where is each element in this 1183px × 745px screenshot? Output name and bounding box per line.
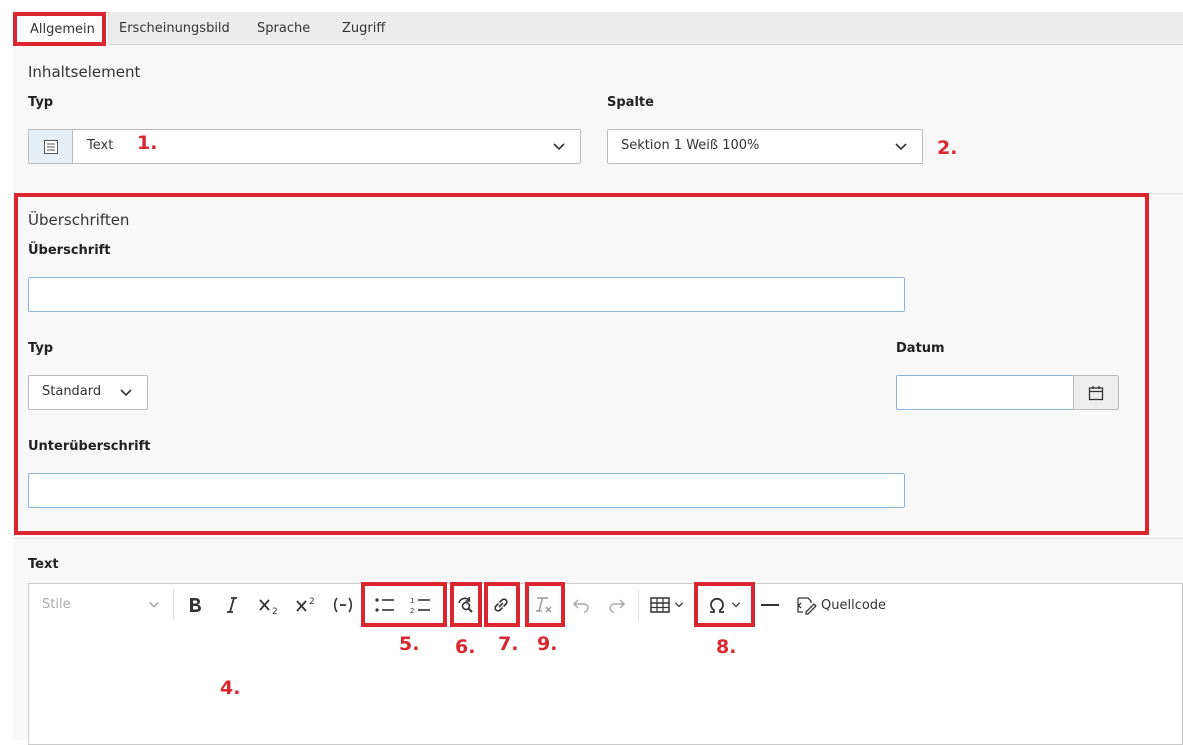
styles-dropdown[interactable]: [36, 590, 166, 620]
bold-icon: [190, 598, 201, 612]
column-label: Spalte: [607, 95, 654, 110]
date-picker-button[interactable]: [1073, 375, 1119, 410]
chevron-down-icon: [553, 143, 565, 151]
annotation-number-6: 6.: [455, 636, 476, 658]
tab-zugriff[interactable]: Zugriff: [342, 12, 385, 45]
italic-button[interactable]: [219, 590, 245, 620]
date-label: Datum: [896, 341, 945, 356]
svg-text:2: 2: [309, 597, 315, 607]
toolbar-separator: [173, 590, 174, 620]
superscript-button[interactable]: 2: [292, 590, 320, 620]
superscript-icon: 2: [296, 597, 315, 612]
redo-icon: [609, 599, 626, 613]
heading-type-value: Standard: [42, 384, 102, 399]
annotation-number-7: 7.: [498, 633, 519, 655]
undo-icon: [572, 599, 589, 613]
heading-type-label: Typ: [28, 341, 54, 356]
subheading-label: Unterüberschrift: [28, 439, 151, 454]
insert-table-button[interactable]: [646, 590, 688, 620]
column-select[interactable]: Sektion 1 Weiß 100%: [607, 129, 923, 164]
chevron-down-icon: [149, 601, 159, 608]
tab-erscheinungsbild[interactable]: Erscheinungsbild: [119, 12, 230, 45]
tab-sprache[interactable]: Sprache: [257, 12, 310, 45]
chevron-down-icon: [895, 143, 907, 151]
annotation-box-tab: [13, 12, 106, 46]
type-select[interactable]: Text: [28, 129, 581, 164]
redo-button[interactable]: [604, 590, 630, 620]
annotation-number-9: 9.: [537, 633, 558, 655]
code-button[interactable]: [329, 590, 357, 620]
toolbar-separator: [638, 590, 639, 620]
parenthesis-code-icon: [333, 597, 353, 613]
source-code-icon: [797, 597, 817, 615]
column-select-value: Sektion 1 Weiß 100%: [621, 138, 760, 153]
calendar-icon: [1088, 386, 1104, 401]
type-select-value: Text: [87, 138, 114, 153]
heading-type-select[interactable]: Standard: [28, 375, 148, 410]
annotation-number-4: 4.: [220, 677, 241, 699]
section-title-headings: Überschriften: [28, 211, 130, 229]
annotation-box-find-replace: [450, 582, 482, 627]
text-document-icon: [44, 140, 58, 154]
table-icon: [650, 597, 670, 613]
annotation-number-2: 2.: [937, 137, 958, 159]
annotation-number-1: 1.: [137, 132, 158, 154]
annotation-box-link: [484, 582, 520, 627]
heading-input[interactable]: [28, 277, 905, 312]
divider: [13, 538, 1183, 539]
annotation-number-8: 8.: [716, 636, 737, 658]
text-label: Text: [28, 557, 59, 572]
italic-icon: [227, 597, 237, 613]
subscript-button[interactable]: 2: [255, 590, 283, 620]
chevron-down-icon: [674, 602, 684, 608]
source-code-label: Quellcode: [821, 597, 887, 613]
source-code-button[interactable]: Quellcode: [795, 590, 890, 620]
annotation-number-5: 5.: [399, 633, 420, 655]
horizontal-line-icon: [761, 604, 779, 606]
annotation-box-lists: [361, 582, 447, 627]
heading-label: Überschrift: [28, 243, 111, 258]
annotation-box-remove-format: [525, 582, 565, 627]
content-type-icon-box: [29, 130, 73, 163]
bold-button[interactable]: [182, 590, 208, 620]
date-input[interactable]: [896, 375, 1074, 410]
subscript-icon: 2: [259, 599, 278, 615]
undo-button[interactable]: [568, 590, 594, 620]
subheading-input[interactable]: [28, 473, 905, 508]
annotation-box-special-characters: [694, 582, 755, 627]
svg-text:2: 2: [272, 607, 278, 615]
chevron-down-icon: [120, 389, 132, 397]
type-label: Typ: [28, 95, 54, 110]
rte-editing-area[interactable]: [28, 625, 1183, 745]
horizontal-line-button[interactable]: [758, 590, 782, 620]
section-title-content-element: Inhaltselement: [28, 63, 141, 81]
